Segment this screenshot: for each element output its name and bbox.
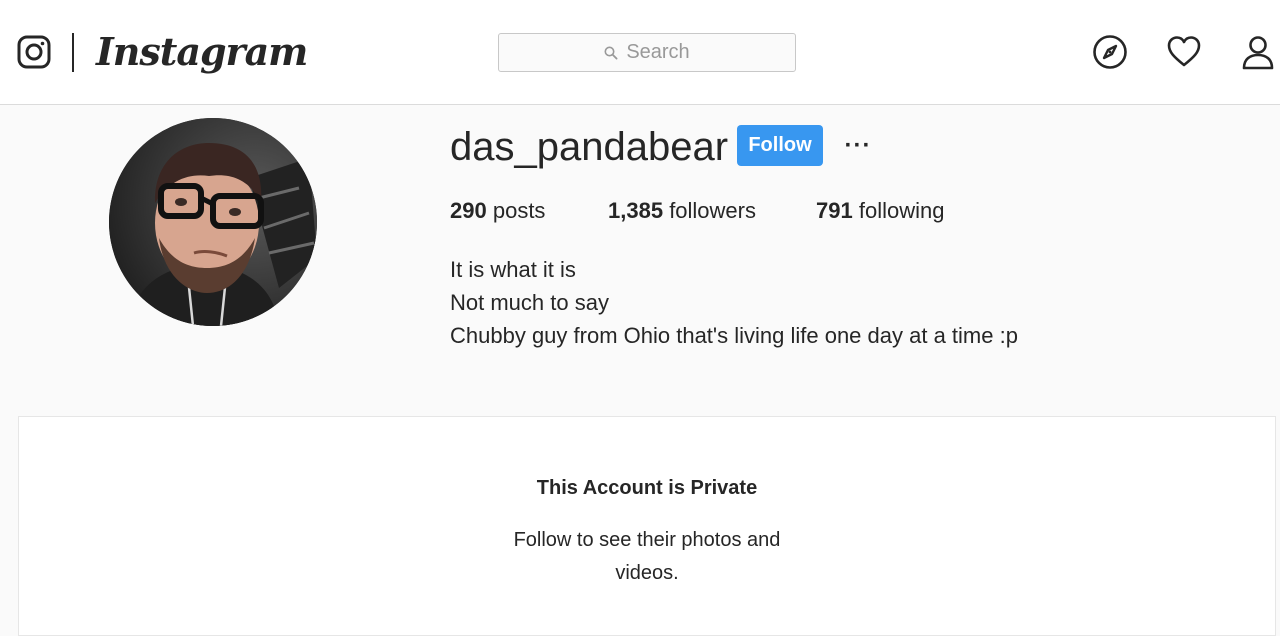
posts-label: posts xyxy=(492,198,546,223)
search-box[interactable]: Search xyxy=(498,33,796,72)
avatar[interactable] xyxy=(109,118,317,326)
person-icon[interactable] xyxy=(1240,34,1276,70)
follow-button[interactable]: Follow xyxy=(737,125,823,166)
followers-label: followers xyxy=(669,198,756,223)
bio-line: Not much to say xyxy=(450,290,609,315)
compass-icon[interactable] xyxy=(1092,34,1128,70)
bio-line: Chubby guy from Ohio that's living life … xyxy=(450,323,1018,348)
followers-count: 1,385 xyxy=(608,198,664,223)
top-navigation-bar: Instagram Search xyxy=(0,0,1280,105)
following-count: 791 xyxy=(816,198,853,223)
posts-stat: 290 posts xyxy=(450,198,545,224)
following-stat[interactable]: 791 following xyxy=(816,198,944,224)
logo-divider xyxy=(72,33,74,72)
followers-stat[interactable]: 1,385 followers xyxy=(608,198,756,224)
posts-count: 290 xyxy=(450,198,487,223)
private-account-title: This Account is Private xyxy=(536,477,758,499)
instagram-wordmark[interactable]: Instagram xyxy=(96,26,308,78)
more-options-icon[interactable]: ··· xyxy=(840,128,876,164)
search-input[interactable]: Search xyxy=(499,34,795,71)
profile-header: das_pandabear Follow ··· 290 posts 1,385… xyxy=(0,106,1280,406)
heart-icon[interactable] xyxy=(1166,34,1202,70)
private-account-card: This Account is Private Follow to see th… xyxy=(18,416,1276,636)
bio-line: It is what it is xyxy=(450,257,576,282)
following-label: following xyxy=(858,198,945,223)
private-account-description: Follow to see their photos and videos. xyxy=(513,529,781,584)
search-placeholder: Search xyxy=(626,41,690,63)
avatar-photo xyxy=(109,118,317,326)
search-icon xyxy=(604,46,618,60)
instagram-camera-icon[interactable] xyxy=(17,35,51,69)
profile-username: das_pandabear xyxy=(450,125,729,169)
